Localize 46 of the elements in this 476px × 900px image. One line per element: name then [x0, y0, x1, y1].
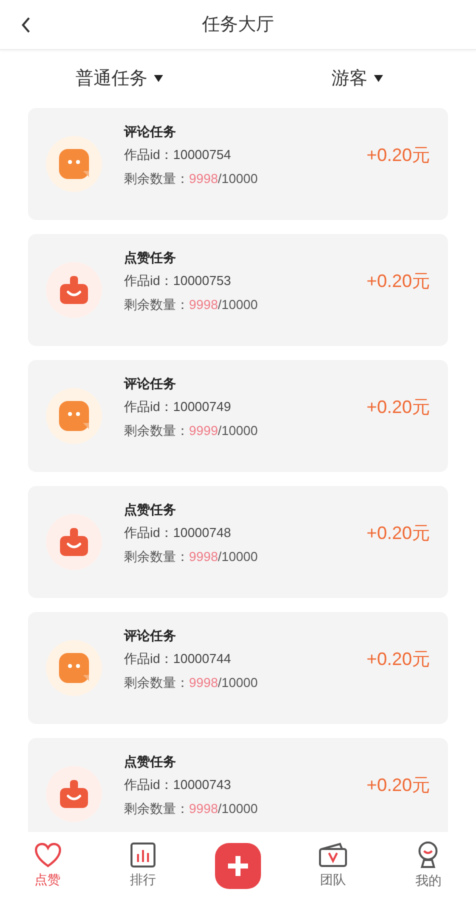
tv-icon: [318, 842, 348, 868]
remaining-count: 剩余数量：9998/10000: [124, 800, 259, 818]
add-button[interactable]: [215, 843, 261, 889]
heart-icon: [34, 842, 62, 868]
task-card[interactable]: 评论任务 作品id：10000754 剩余数量：9998/10000 +0.20元: [28, 108, 448, 220]
reward-amount: +0.20元: [366, 144, 430, 166]
plus-icon: [225, 853, 251, 879]
work-id: 作品id：10000753: [124, 272, 232, 290]
person-icon: [416, 841, 440, 870]
remaining-count: 剩余数量：9998/10000: [124, 548, 259, 566]
work-id: 作品id：10000754: [124, 146, 232, 164]
work-id: 作品id：10000749: [124, 398, 232, 416]
nav-tab[interactable]: 我的: [380, 841, 476, 891]
reward-amount: +0.20元: [366, 270, 430, 292]
task-title: 评论任务: [124, 374, 177, 393]
work-id: 作品id：10000743: [124, 776, 232, 794]
task-card[interactable]: 评论任务 作品id：10000744 剩余数量：9998/10000 +0.20元: [28, 612, 448, 724]
remaining-count: 剩余数量：9998/10000: [124, 296, 259, 314]
task-card[interactable]: 点赞任务 作品id：10000748 剩余数量：9998/10000 +0.20元: [28, 486, 448, 598]
task-card[interactable]: 点赞任务 作品id：10000743 剩余数量：9998/10000 +0.20元: [28, 738, 448, 832]
task-title: 点赞任务: [124, 500, 177, 519]
remaining-count: 剩余数量：9998/10000: [124, 170, 259, 188]
bar-chart-icon: [130, 842, 156, 868]
task-title: 评论任务: [124, 626, 177, 645]
reward-amount: +0.20元: [366, 396, 430, 418]
task-card[interactable]: 点赞任务 作品id：10000753 剩余数量：9998/10000 +0.20元: [28, 234, 448, 346]
nav-tab[interactable]: 点赞: [0, 842, 96, 890]
task-title: 评论任务: [124, 122, 177, 141]
remaining-count: 剩余数量：9998/10000: [124, 674, 259, 692]
reward-amount: +0.20元: [366, 774, 430, 796]
work-id: 作品id：10000744: [124, 650, 232, 668]
task-title: 点赞任务: [124, 752, 177, 771]
dropdown-caret-icon: [154, 74, 162, 82]
nav-tab[interactable]: 排行: [95, 842, 190, 890]
back-icon: [21, 17, 31, 33]
task-title: 点赞任务: [124, 248, 177, 267]
remaining-count: 剩余数量：9999/10000: [124, 422, 259, 440]
filter-dropdown[interactable]: 游客: [238, 64, 476, 92]
dropdown-caret-icon: [374, 74, 382, 82]
page-title: 任务大厅: [202, 13, 274, 36]
nav-tab[interactable]: 团队: [286, 842, 381, 890]
filter-dropdown[interactable]: 普通任务: [0, 64, 238, 92]
task-card[interactable]: 评论任务 作品id：10000749 剩余数量：9999/10000 +0.20元: [28, 360, 448, 472]
reward-amount: +0.20元: [366, 522, 430, 544]
work-id: 作品id：10000748: [124, 524, 232, 542]
reward-amount: +0.20元: [366, 648, 430, 670]
